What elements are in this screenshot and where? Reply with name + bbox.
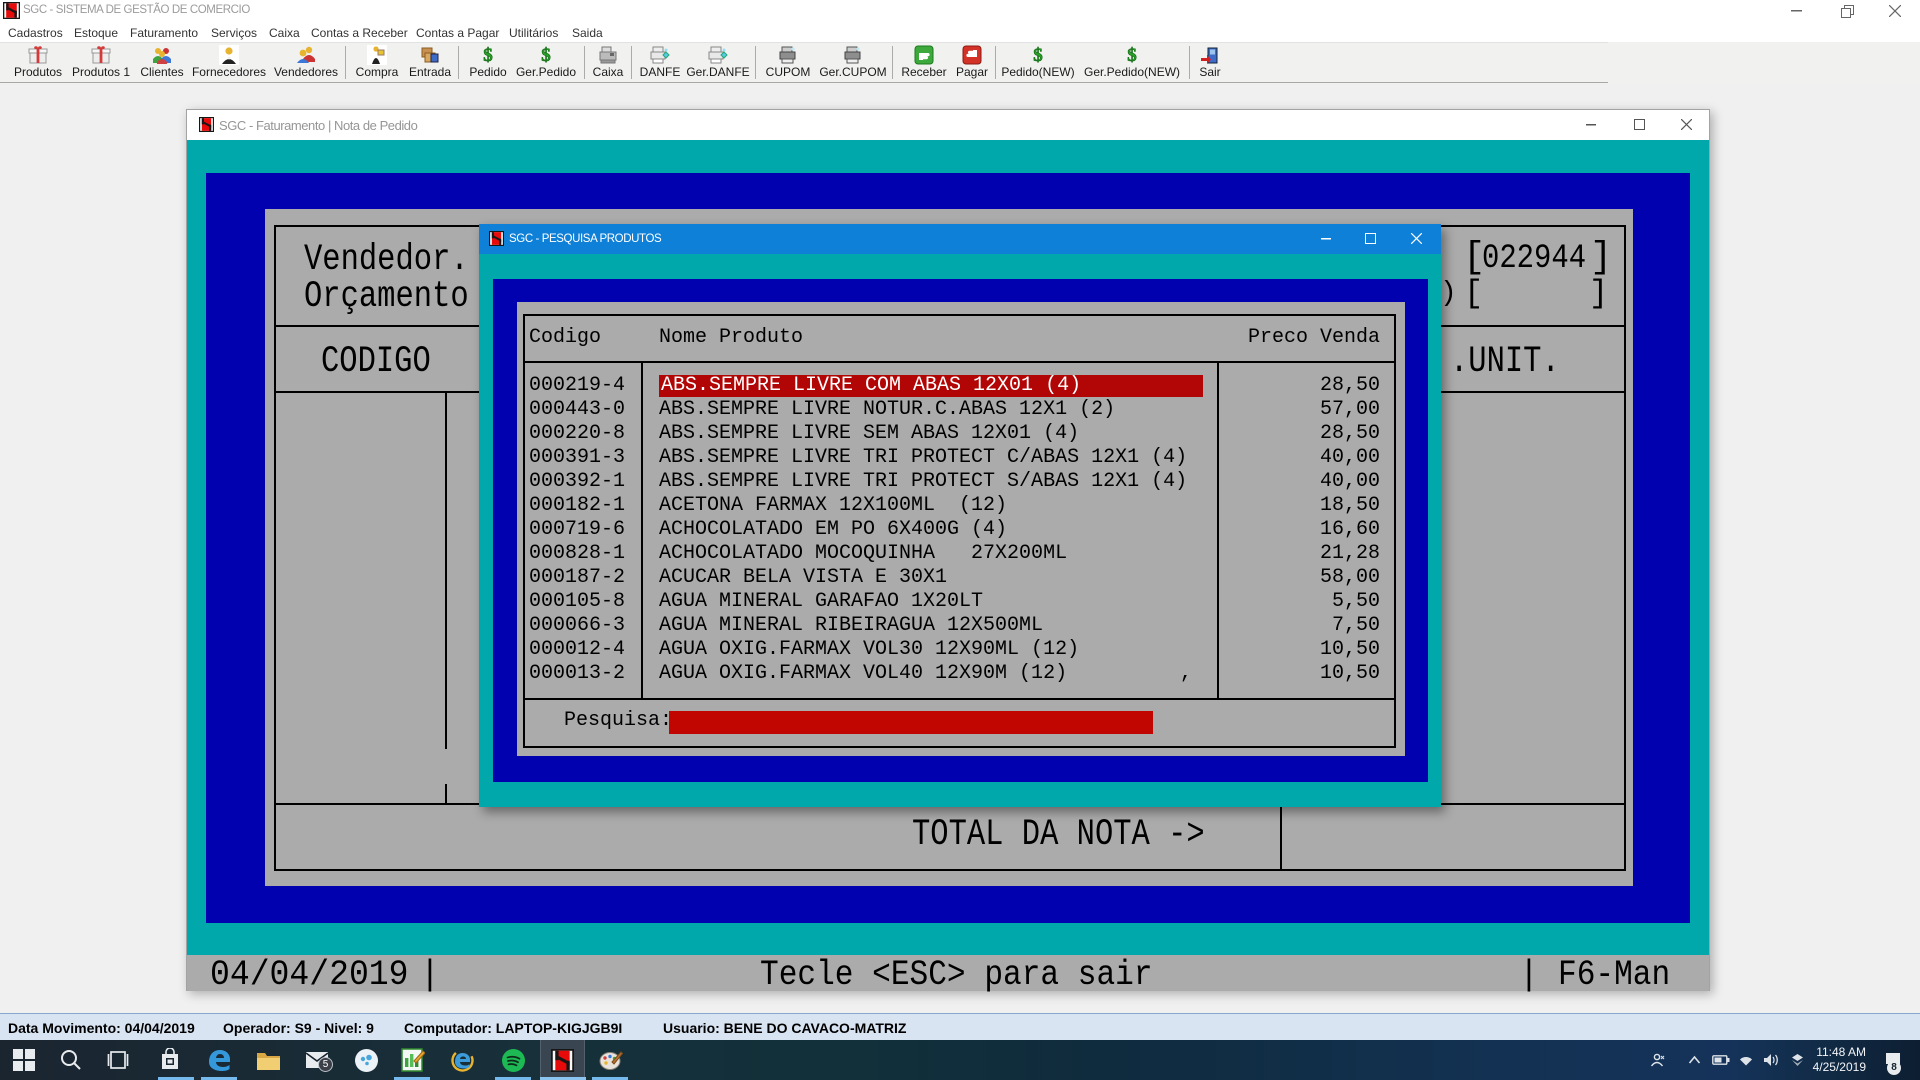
svg-text:$: $	[1127, 45, 1137, 65]
svg-text:$: $	[1033, 45, 1043, 65]
svg-text:$: $	[483, 45, 493, 65]
svg-text:$: $	[541, 45, 551, 65]
